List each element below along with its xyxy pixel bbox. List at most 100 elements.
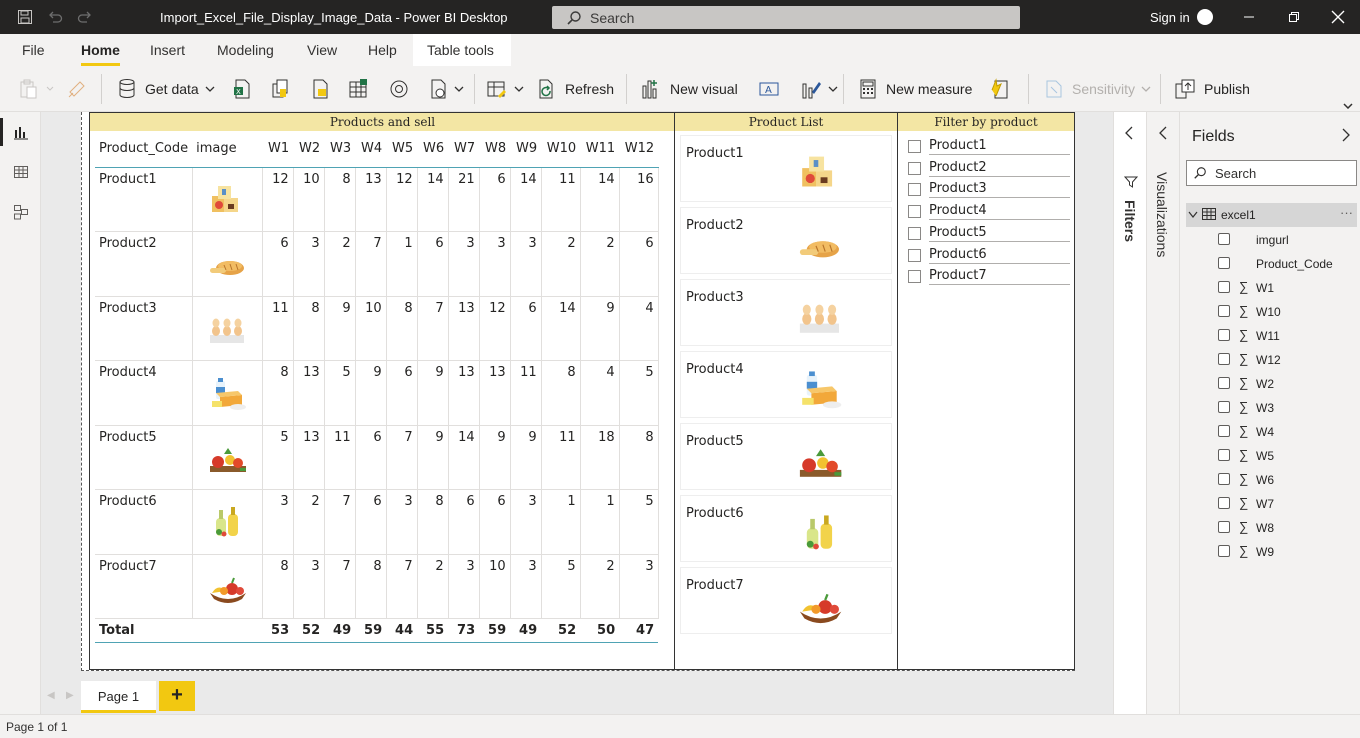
field-checkbox[interactable]: [1218, 281, 1230, 293]
field-item[interactable]: ∑ W4: [1218, 422, 1358, 442]
field-item[interactable]: ∑ W8: [1218, 518, 1358, 538]
refresh-button[interactable]: Refresh: [537, 77, 614, 101]
title-search-box[interactable]: Search: [552, 6, 1020, 29]
save-icon[interactable]: [16, 8, 34, 26]
field-item[interactable]: ∑ W5: [1218, 446, 1358, 466]
column-header[interactable]: W11: [580, 141, 620, 168]
page-tab[interactable]: Page 1: [81, 681, 156, 713]
products-and-sell-table-visual[interactable]: Products and sell Product_Code image W1 W2 W…: [89, 112, 676, 670]
product-list-card[interactable]: Product6: [680, 495, 892, 562]
maximize-icon[interactable]: [1285, 8, 1303, 26]
product-list-card[interactable]: Product3: [680, 279, 892, 346]
field-item[interactable]: ∑ W7: [1218, 494, 1358, 514]
excel-workbook-button[interactable]: X: [232, 77, 252, 101]
slicer-item[interactable]: Product7: [908, 267, 1070, 287]
data-view-button[interactable]: [0, 152, 41, 192]
add-page-button[interactable]: +: [159, 681, 195, 711]
scroll-right-icon[interactable]: ▶: [66, 690, 74, 701]
close-icon[interactable]: [1329, 8, 1347, 26]
field-checkbox[interactable]: [1218, 545, 1230, 557]
queries-button[interactable]: [486, 77, 524, 101]
sign-in-link[interactable]: Sign in: [1150, 10, 1190, 25]
field-item[interactable]: ∑ W6: [1218, 470, 1358, 490]
column-header[interactable]: W4: [355, 141, 387, 168]
table-row[interactable]: Product4 8 13 5 9 6 9 13 13 11 8 4 5: [95, 360, 659, 426]
field-checkbox[interactable]: [1218, 473, 1230, 485]
dataset-button[interactable]: [270, 77, 290, 101]
field-checkbox[interactable]: [1218, 233, 1230, 245]
product-list-card[interactable]: Product7: [680, 567, 892, 634]
field-checkbox[interactable]: [1218, 449, 1230, 461]
recent-sources-button[interactable]: [388, 77, 410, 101]
slicer-checkbox[interactable]: [908, 205, 921, 219]
tab-insert[interactable]: Insert: [150, 42, 185, 58]
field-item[interactable]: ∑ W3: [1218, 398, 1358, 418]
field-checkbox[interactable]: [1218, 257, 1230, 269]
tab-view[interactable]: View: [307, 42, 337, 58]
scroll-left-icon[interactable]: ◀: [47, 690, 55, 701]
field-item[interactable]: ∑ W1: [1218, 278, 1358, 298]
column-header[interactable]: W6: [417, 141, 449, 168]
expand-filters-chevron-icon[interactable]: [1124, 126, 1134, 145]
slicer-checkbox[interactable]: [908, 226, 921, 240]
slicer-checkbox[interactable]: [908, 270, 921, 284]
collapse-fields-chevron-icon[interactable]: [1341, 128, 1351, 147]
new-visual-button[interactable]: New visual: [640, 77, 738, 101]
table-row[interactable]: Product6 3 2 7 6 3 8 6 6 3 1 1 5: [95, 489, 659, 555]
chevron-down-icon[interactable]: [1188, 211, 1198, 219]
tab-file[interactable]: File: [22, 42, 45, 58]
tab-home[interactable]: Home: [81, 42, 120, 66]
table-node-excel1[interactable]: excel1 ···: [1186, 203, 1357, 227]
field-item[interactable]: ∑ W9: [1218, 542, 1358, 562]
column-header[interactable]: image: [192, 141, 263, 168]
field-item[interactable]: Product_Code: [1218, 254, 1358, 274]
slicer-checkbox[interactable]: [908, 248, 921, 262]
slicer-checkbox[interactable]: [908, 161, 921, 175]
model-view-button[interactable]: [0, 192, 41, 232]
field-checkbox[interactable]: [1218, 401, 1230, 413]
column-header[interactable]: W5: [386, 141, 418, 168]
transform-data-button[interactable]: [428, 77, 464, 101]
dataverse-button[interactable]: [310, 77, 330, 101]
enter-data-button[interactable]: [348, 77, 368, 101]
product-list-visual[interactable]: Product List Product1 Product2 Product3 Pro…: [674, 112, 898, 670]
tab-help[interactable]: Help: [368, 42, 397, 58]
slicer-checkbox[interactable]: [908, 140, 921, 153]
product-list-card[interactable]: Product5: [680, 423, 892, 490]
slicer-item[interactable]: Product2: [908, 159, 1070, 179]
table-row[interactable]: Product7 8 3 7 8 7 2 3 10 3 5 2 3: [95, 554, 659, 619]
quick-measure-button[interactable]: [990, 77, 1010, 101]
text-box-button[interactable]: A: [758, 77, 780, 101]
field-item[interactable]: ∑ W12: [1218, 350, 1358, 370]
sensitivity-button[interactable]: Sensitivity: [1044, 77, 1151, 101]
column-header[interactable]: W2: [293, 141, 325, 168]
field-item[interactable]: imgurl: [1218, 230, 1358, 250]
field-checkbox[interactable]: [1218, 521, 1230, 533]
product-list-card[interactable]: Product4: [680, 351, 892, 418]
product-list-card[interactable]: Product2: [680, 207, 892, 274]
new-measure-button[interactable]: New measure: [858, 77, 972, 101]
field-checkbox[interactable]: [1218, 353, 1230, 365]
visualizations-pane[interactable]: Visualizations: [1146, 112, 1179, 714]
field-checkbox[interactable]: [1218, 329, 1230, 341]
fields-search-input[interactable]: Search: [1186, 160, 1357, 186]
column-header[interactable]: W3: [324, 141, 356, 168]
product-list-card[interactable]: Product1: [680, 135, 892, 202]
paste-button[interactable]: [18, 77, 54, 101]
table-row[interactable]: Product1 12 10 8 13 12 14 21 6 14 11 14 16: [95, 167, 659, 232]
undo-icon[interactable]: [46, 8, 64, 26]
field-item[interactable]: ∑ W10: [1218, 302, 1358, 322]
table-row[interactable]: Product5 5 13 11 6 7 9 14 9 9 11 18 8: [95, 425, 659, 490]
slicer-item[interactable]: Product1: [908, 137, 1070, 157]
filters-pane[interactable]: Filters: [1113, 112, 1146, 714]
field-checkbox[interactable]: [1218, 305, 1230, 317]
slicer-item[interactable]: Product4: [908, 202, 1070, 222]
get-data-button[interactable]: Get data: [117, 77, 215, 101]
expand-visualizations-chevron-icon[interactable]: [1158, 126, 1168, 145]
more-visuals-button[interactable]: [800, 77, 838, 101]
format-painter-button[interactable]: [66, 77, 88, 101]
report-view-button[interactable]: [0, 112, 41, 152]
table-row[interactable]: Product3 11 8 9 10 8 7 13 12 6 14 9 4: [95, 296, 659, 361]
redo-icon[interactable]: [76, 8, 94, 26]
minimize-icon[interactable]: [1240, 8, 1258, 26]
